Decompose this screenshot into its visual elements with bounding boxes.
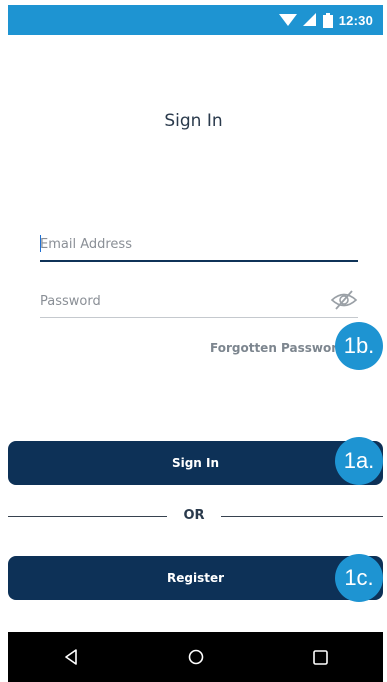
page-title: Sign In	[164, 111, 223, 131]
home-icon	[188, 649, 203, 665]
register-button[interactable]: Register	[8, 556, 383, 600]
status-time: 12:30	[338, 12, 373, 28]
email-underline	[40, 260, 358, 262]
back-icon	[64, 649, 77, 665]
back-button[interactable]	[41, 637, 101, 677]
callout-badge-1c: 1c.	[335, 554, 383, 602]
divider-left	[8, 516, 167, 517]
callout-badge-1b: 1b.	[335, 322, 383, 370]
forgot-password-link[interactable]: Forgotten Password	[210, 341, 346, 355]
eye-slash-icon[interactable]	[330, 288, 358, 312]
signal-icon	[302, 13, 316, 26]
email-input[interactable]	[40, 237, 358, 260]
divider-right	[221, 516, 383, 517]
sign-in-button[interactable]: Sign In	[8, 441, 383, 485]
password-underline	[40, 317, 358, 318]
password-field[interactable]	[40, 290, 358, 318]
recents-icon	[313, 649, 328, 665]
email-field[interactable]	[40, 235, 358, 262]
wifi-icon	[278, 14, 297, 26]
status-bar: 12:30	[8, 5, 383, 35]
callout-badge-1a: 1a.	[335, 437, 383, 485]
password-input[interactable]	[40, 294, 358, 317]
text-cursor	[40, 235, 41, 252]
recents-button[interactable]	[291, 637, 351, 677]
or-separator-label: OR	[183, 508, 205, 523]
navigation-bar	[8, 632, 383, 682]
home-button[interactable]	[166, 637, 226, 677]
battery-icon	[322, 12, 333, 28]
